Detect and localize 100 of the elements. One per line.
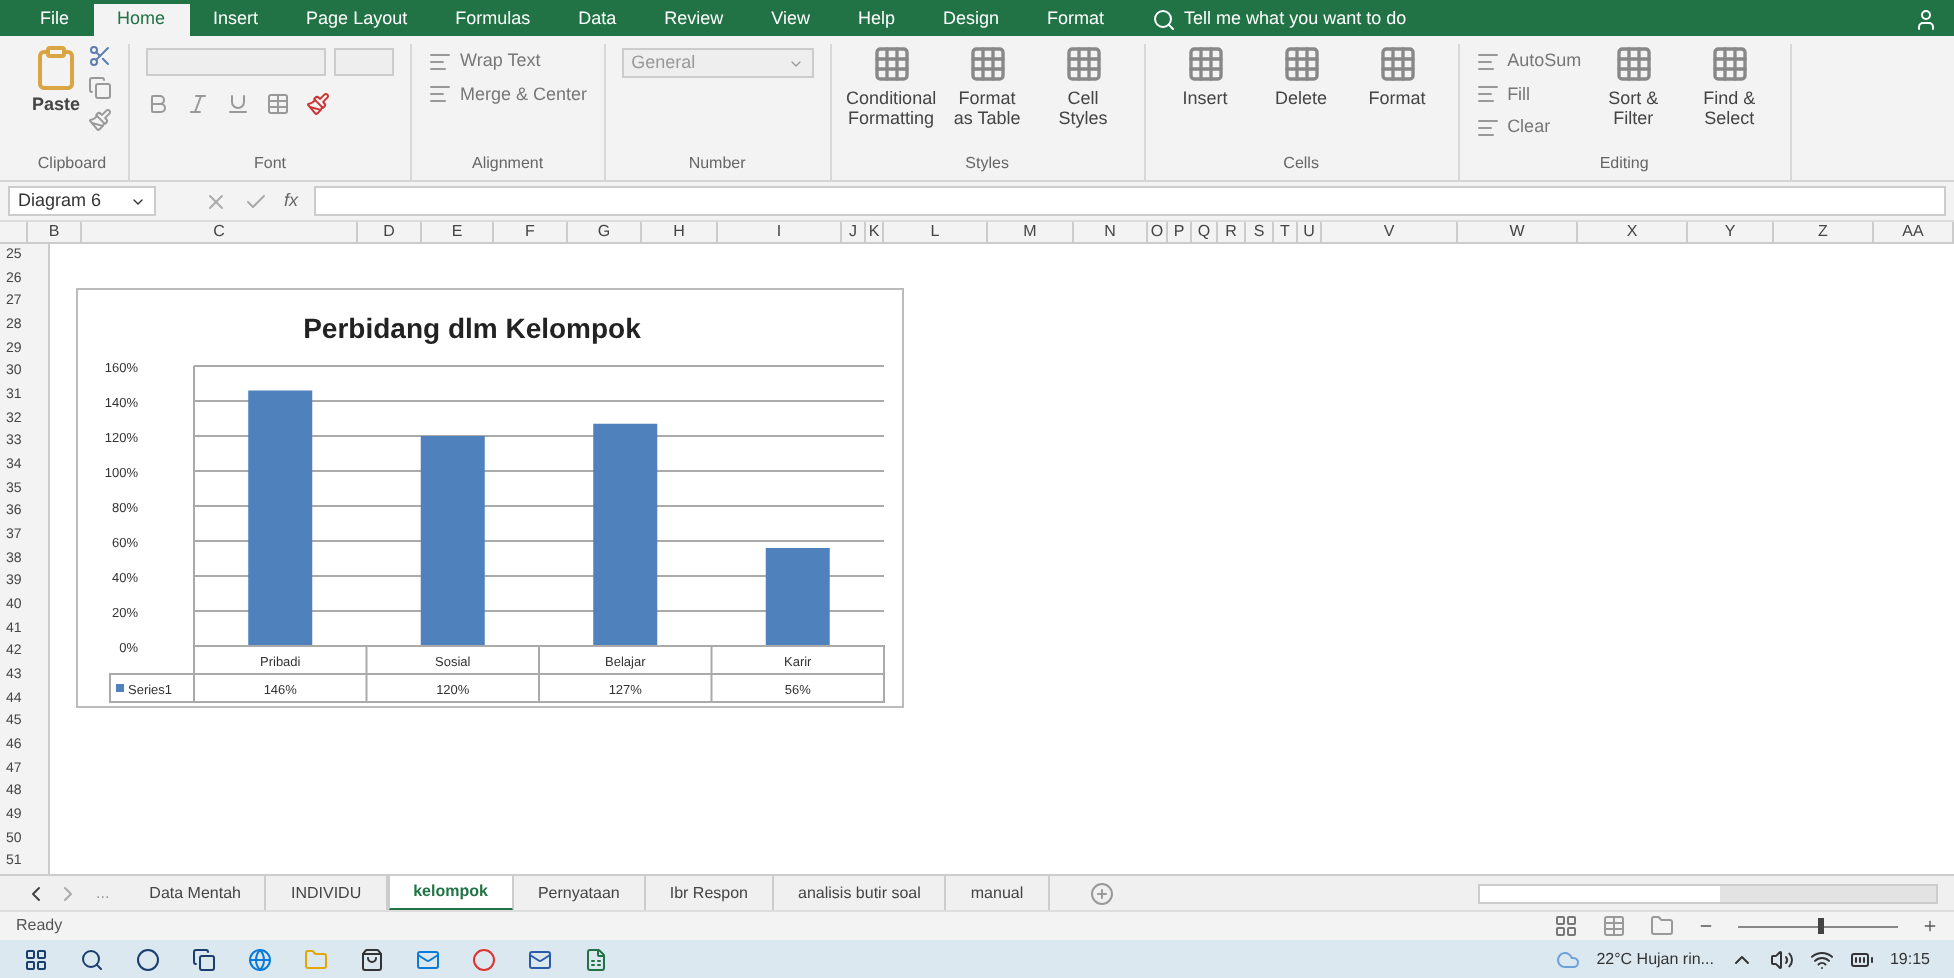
group-label: Styles xyxy=(963,152,1011,176)
grid-icon xyxy=(1709,44,1750,84)
grid-icon xyxy=(1281,44,1322,84)
column-header[interactable]: R xyxy=(1218,222,1246,242)
tell-me-box[interactable]: Tell me what you want to do xyxy=(1184,6,1407,34)
page-layout-icon[interactable] xyxy=(1602,914,1626,938)
column-header[interactable]: F xyxy=(494,222,568,242)
ribbon-tab[interactable]: File xyxy=(16,4,94,36)
ribbon-button[interactable]: Conditional Formatting xyxy=(847,44,936,128)
app-icon[interactable] xyxy=(528,947,552,971)
page-break-icon[interactable] xyxy=(1650,914,1674,938)
mail-icon[interactable] xyxy=(416,947,440,971)
column-header[interactable]: C xyxy=(82,222,358,242)
column-header[interactable]: D xyxy=(358,222,422,242)
zoom-slider[interactable] xyxy=(1738,918,1898,934)
speaker-icon[interactable] xyxy=(1769,947,1794,971)
clock-text[interactable]: 19:15 xyxy=(1889,947,1930,971)
task-view-icon[interactable] xyxy=(192,947,216,971)
paste-button[interactable]: Paste xyxy=(32,44,81,119)
group-label: Clipboard xyxy=(35,152,109,176)
ribbon-button[interactable]: Delete xyxy=(1257,44,1346,108)
scissors-icon xyxy=(88,44,113,68)
border-icon[interactable] xyxy=(266,92,291,116)
insert-function-button[interactable]: fx xyxy=(284,187,299,215)
user-icon[interactable] xyxy=(1914,8,1938,32)
group-label: Font xyxy=(252,152,289,176)
ribbon-button[interactable]: Insert xyxy=(1161,44,1250,108)
column-header[interactable]: S xyxy=(1246,222,1274,242)
ribbon-tab[interactable]: Home xyxy=(93,4,190,36)
bold-icon[interactable] xyxy=(146,92,171,116)
ribbon-button[interactable]: Format as Table xyxy=(943,44,1032,128)
column-header[interactable]: Z xyxy=(1774,222,1874,242)
ribbon-button[interactable]: AutoSum xyxy=(1475,48,1582,75)
column-header[interactable]: P xyxy=(1168,222,1192,242)
column-header[interactable]: Q xyxy=(1192,222,1218,242)
bag-icon[interactable] xyxy=(360,947,384,971)
battery-icon[interactable] xyxy=(1849,947,1874,971)
ribbon-button[interactable]: Clear xyxy=(1475,114,1582,141)
column-header[interactable]: L xyxy=(884,222,988,242)
chart-title: Perbidang dlm Kelompok xyxy=(303,312,641,344)
align-icon xyxy=(1475,115,1500,140)
ribbon-button[interactable]: Sort & Filter xyxy=(1589,44,1678,128)
name-box[interactable]: Diagram 6 xyxy=(8,186,156,216)
zoom-thumb[interactable] xyxy=(1818,918,1824,934)
column-header[interactable]: X xyxy=(1578,222,1688,242)
start-icon[interactable] xyxy=(24,947,48,971)
ribbon-tab[interactable]: Formulas xyxy=(431,4,555,36)
zoom-in-icon[interactable] xyxy=(1922,918,1938,934)
normal-view-icon[interactable] xyxy=(1554,914,1578,938)
column-header[interactable]: K xyxy=(866,222,884,242)
fill-color-icon[interactable] xyxy=(306,92,331,116)
ribbon-button[interactable]: Format xyxy=(1353,44,1442,108)
column-header[interactable]: I xyxy=(718,222,842,242)
ribbon-tab[interactable]: Data xyxy=(554,4,641,36)
align-icon xyxy=(428,49,453,74)
ribbon-tab[interactable]: Page Layout xyxy=(282,4,432,36)
sheet-tab[interactable]: kelompok xyxy=(387,875,514,911)
underline-icon[interactable] xyxy=(226,92,251,116)
font-name-field[interactable] xyxy=(146,48,327,76)
ribbon-button[interactable]: Fill xyxy=(1475,81,1582,108)
ribbon-tab[interactable]: View xyxy=(747,4,834,36)
column-header[interactable]: T xyxy=(1274,222,1298,242)
formula-field[interactable] xyxy=(314,186,1946,216)
add-sheet-icon[interactable] xyxy=(1089,881,1114,905)
italic-icon[interactable] xyxy=(186,92,211,116)
ribbon-button[interactable]: Find & Select xyxy=(1685,44,1774,128)
circle-icon[interactable] xyxy=(136,947,160,971)
grid-icon xyxy=(1613,44,1654,84)
grid-icon xyxy=(871,44,912,84)
weather-text[interactable]: 22°C Hujan rin... xyxy=(1596,947,1714,971)
column-header[interactable]: W xyxy=(1458,222,1578,242)
column-header[interactable]: U xyxy=(1298,222,1322,242)
cancel-icon[interactable] xyxy=(204,189,228,213)
ribbon-tab[interactable]: Help xyxy=(834,4,920,36)
column-header[interactable]: H xyxy=(642,222,718,242)
column-header[interactable]: AA xyxy=(1874,222,1954,242)
horizontal-scrollbar[interactable] xyxy=(1478,883,1938,903)
enter-icon[interactable] xyxy=(244,189,268,213)
ribbon-tab[interactable]: Design xyxy=(919,4,1024,36)
column-header[interactable]: B xyxy=(28,222,82,242)
column-header[interactable]: V xyxy=(1322,222,1458,242)
column-header[interactable]: J xyxy=(842,222,866,242)
font-size-field[interactable] xyxy=(334,48,395,76)
ribbon-button[interactable]: Cell Styles xyxy=(1039,44,1128,128)
ribbon-tab[interactable]: Format xyxy=(1023,4,1129,36)
ribbon-tab[interactable]: Insert xyxy=(189,4,283,36)
column-header[interactable]: E xyxy=(422,222,494,242)
column-header[interactable]: Y xyxy=(1688,222,1774,242)
bar xyxy=(765,548,830,646)
spreadsheet-icon[interactable] xyxy=(584,947,608,971)
column-header[interactable]: M xyxy=(988,222,1074,242)
network-icon[interactable] xyxy=(1809,947,1834,971)
search-icon[interactable] xyxy=(80,947,104,971)
ribbon-button[interactable]: Merge & Center xyxy=(428,81,588,108)
align-icon xyxy=(428,82,453,107)
column-header[interactable]: O xyxy=(1148,222,1168,242)
ribbon-tab[interactable]: Review xyxy=(640,4,748,36)
column-header[interactable]: N xyxy=(1074,222,1148,242)
ribbon-button[interactable]: Wrap Text xyxy=(428,48,588,75)
column-header[interactable]: G xyxy=(568,222,642,242)
